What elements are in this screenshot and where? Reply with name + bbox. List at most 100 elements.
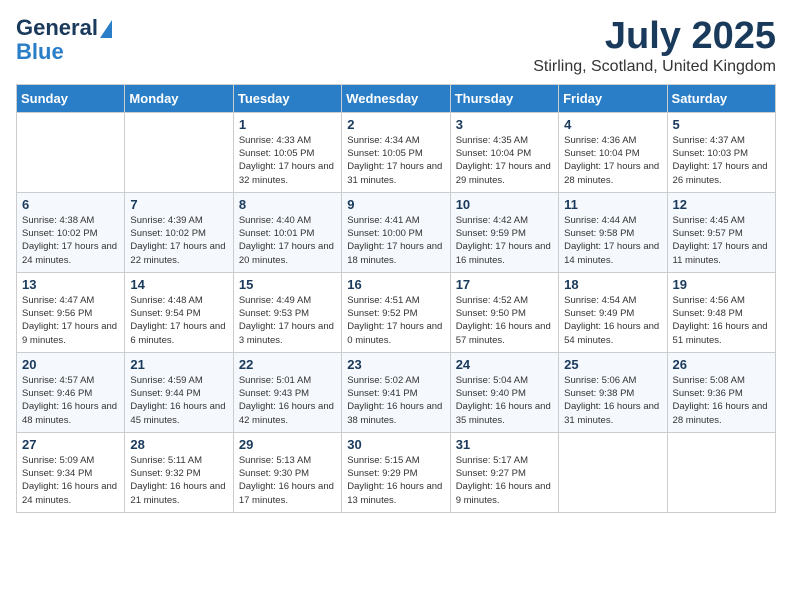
day-number: 7: [130, 197, 227, 212]
cell-info: Sunrise: 4:56 AM Sunset: 9:48 PM Dayligh…: [673, 294, 770, 347]
calendar-cell: 31Sunrise: 5:17 AM Sunset: 9:27 PM Dayli…: [450, 432, 558, 512]
cell-info: Sunrise: 4:52 AM Sunset: 9:50 PM Dayligh…: [456, 294, 553, 347]
day-header-thursday: Thursday: [450, 84, 558, 112]
calendar-cell: 14 Sunrise: 4:48 AM Sunset: 9:54 PM Dayli…: [125, 272, 233, 352]
day-number: 4: [564, 117, 661, 132]
cell-info: Sunrise: 4:54 AM Sunset: 9:49 PM Dayligh…: [564, 294, 661, 347]
cell-info: Sunrise: 5:15 AM Sunset: 9:29 PM Dayligh…: [347, 454, 444, 507]
calendar-cell: 18Sunrise: 4:54 AM Sunset: 9:49 PM Dayli…: [559, 272, 667, 352]
week-row-2: 6 Sunrise: 4:38 AM Sunset: 10:02 PM Dayli…: [17, 192, 776, 272]
cell-info: Sunrise: 4:34 AM Sunset: 10:05 PM Daylig…: [347, 134, 444, 187]
day-number: 19: [673, 277, 770, 292]
page-header: General Blue July 2025 Stirling, Scotlan…: [16, 16, 776, 76]
calendar-cell: 6 Sunrise: 4:38 AM Sunset: 10:02 PM Dayli…: [17, 192, 125, 272]
cell-info: Sunrise: 4:51 AM Sunset: 9:52 PM Dayligh…: [347, 294, 444, 347]
day-number: 3: [456, 117, 553, 132]
cell-info: Sunrise: 4:48 AM Sunset: 9:54 PM Dayligh…: [130, 294, 227, 347]
calendar-cell: [125, 112, 233, 192]
calendar-cell: 26 Sunrise: 5:08 AM Sunset: 9:36 PM Dayli…: [667, 352, 775, 432]
day-number: 22: [239, 357, 336, 372]
day-number: 30: [347, 437, 444, 452]
calendar-cell: 25Sunrise: 5:06 AM Sunset: 9:38 PM Dayli…: [559, 352, 667, 432]
cell-info: Sunrise: 4:49 AM Sunset: 9:53 PM Dayligh…: [239, 294, 336, 347]
cell-info: Sunrise: 4:38 AM Sunset: 10:02 PM Daylig…: [22, 214, 119, 267]
calendar-cell: 20 Sunrise: 4:57 AM Sunset: 9:46 PM Dayli…: [17, 352, 125, 432]
calendar-cell: 11 Sunrise: 4:44 AM Sunset: 9:58 PM Dayli…: [559, 192, 667, 272]
logo: General Blue: [16, 16, 112, 64]
day-number: 9: [347, 197, 444, 212]
calendar-cell: [559, 432, 667, 512]
cell-info: Sunrise: 4:35 AM Sunset: 10:04 PM Daylig…: [456, 134, 553, 187]
calendar-cell: 27 Sunrise: 5:09 AM Sunset: 9:34 PM Dayli…: [17, 432, 125, 512]
calendar-cell: 17 Sunrise: 4:52 AM Sunset: 9:50 PM Dayli…: [450, 272, 558, 352]
day-number: 24: [456, 357, 553, 372]
calendar-cell: [667, 432, 775, 512]
location: Stirling, Scotland, United Kingdom: [533, 58, 776, 76]
calendar-table: SundayMondayTuesdayWednesdayThursdayFrid…: [16, 84, 776, 513]
calendar-body: 1 Sunrise: 4:33 AM Sunset: 10:05 PM Dayli…: [17, 112, 776, 512]
cell-info: Sunrise: 4:57 AM Sunset: 9:46 PM Dayligh…: [22, 374, 119, 427]
calendar-cell: 3 Sunrise: 4:35 AM Sunset: 10:04 PM Dayli…: [450, 112, 558, 192]
day-number: 15: [239, 277, 336, 292]
week-row-5: 27 Sunrise: 5:09 AM Sunset: 9:34 PM Dayli…: [17, 432, 776, 512]
calendar-cell: 23 Sunrise: 5:02 AM Sunset: 9:41 PM Dayli…: [342, 352, 450, 432]
calendar-cell: [17, 112, 125, 192]
cell-info: Sunrise: 5:02 AM Sunset: 9:41 PM Dayligh…: [347, 374, 444, 427]
day-number: 1: [239, 117, 336, 132]
cell-info: Sunrise: 5:11 AM Sunset: 9:32 PM Dayligh…: [130, 454, 227, 507]
day-header-wednesday: Wednesday: [342, 84, 450, 112]
day-number: 17: [456, 277, 553, 292]
calendar-cell: 16 Sunrise: 4:51 AM Sunset: 9:52 PM Dayli…: [342, 272, 450, 352]
cell-info: Sunrise: 4:37 AM Sunset: 10:03 PM Daylig…: [673, 134, 770, 187]
day-number: 29: [239, 437, 336, 452]
calendar-cell: 7Sunrise: 4:39 AM Sunset: 10:02 PM Dayli…: [125, 192, 233, 272]
calendar-cell: 22Sunrise: 5:01 AM Sunset: 9:43 PM Dayli…: [233, 352, 341, 432]
day-number: 31: [456, 437, 553, 452]
cell-info: Sunrise: 4:42 AM Sunset: 9:59 PM Dayligh…: [456, 214, 553, 267]
calendar-cell: 19 Sunrise: 4:56 AM Sunset: 9:48 PM Dayli…: [667, 272, 775, 352]
calendar-cell: 30 Sunrise: 5:15 AM Sunset: 9:29 PM Dayli…: [342, 432, 450, 512]
week-row-3: 13Sunrise: 4:47 AM Sunset: 9:56 PM Dayli…: [17, 272, 776, 352]
cell-info: Sunrise: 5:04 AM Sunset: 9:40 PM Dayligh…: [456, 374, 553, 427]
calendar-cell: 13Sunrise: 4:47 AM Sunset: 9:56 PM Dayli…: [17, 272, 125, 352]
cell-info: Sunrise: 5:08 AM Sunset: 9:36 PM Dayligh…: [673, 374, 770, 427]
title-section: July 2025 Stirling, Scotland, United Kin…: [533, 16, 776, 76]
day-number: 14: [130, 277, 227, 292]
day-number: 26: [673, 357, 770, 372]
calendar-cell: 5Sunrise: 4:37 AM Sunset: 10:03 PM Dayli…: [667, 112, 775, 192]
calendar-cell: 12 Sunrise: 4:45 AM Sunset: 9:57 PM Dayli…: [667, 192, 775, 272]
cell-info: Sunrise: 4:40 AM Sunset: 10:01 PM Daylig…: [239, 214, 336, 267]
day-number: 23: [347, 357, 444, 372]
cell-info: Sunrise: 4:45 AM Sunset: 9:57 PM Dayligh…: [673, 214, 770, 267]
cell-info: Sunrise: 4:33 AM Sunset: 10:05 PM Daylig…: [239, 134, 336, 187]
logo-blue: Blue: [16, 39, 64, 64]
day-number: 6: [22, 197, 119, 212]
day-header-sunday: Sunday: [17, 84, 125, 112]
day-header-friday: Friday: [559, 84, 667, 112]
day-number: 21: [130, 357, 227, 372]
day-number: 8: [239, 197, 336, 212]
day-header-saturday: Saturday: [667, 84, 775, 112]
day-number: 13: [22, 277, 119, 292]
day-number: 16: [347, 277, 444, 292]
calendar-cell: 10 Sunrise: 4:42 AM Sunset: 9:59 PM Dayli…: [450, 192, 558, 272]
calendar-cell: 15 Sunrise: 4:49 AM Sunset: 9:53 PM Dayli…: [233, 272, 341, 352]
cell-info: Sunrise: 4:44 AM Sunset: 9:58 PM Dayligh…: [564, 214, 661, 267]
day-number: 28: [130, 437, 227, 452]
day-number: 11: [564, 197, 661, 212]
day-header-tuesday: Tuesday: [233, 84, 341, 112]
calendar-cell: 1 Sunrise: 4:33 AM Sunset: 10:05 PM Dayli…: [233, 112, 341, 192]
week-row-4: 20 Sunrise: 4:57 AM Sunset: 9:46 PM Dayli…: [17, 352, 776, 432]
day-number: 2: [347, 117, 444, 132]
cell-info: Sunrise: 5:09 AM Sunset: 9:34 PM Dayligh…: [22, 454, 119, 507]
day-number: 12: [673, 197, 770, 212]
cell-info: Sunrise: 4:36 AM Sunset: 10:04 PM Daylig…: [564, 134, 661, 187]
day-header-monday: Monday: [125, 84, 233, 112]
day-number: 20: [22, 357, 119, 372]
calendar-header-row: SundayMondayTuesdayWednesdayThursdayFrid…: [17, 84, 776, 112]
day-number: 27: [22, 437, 119, 452]
calendar-cell: 28 Sunrise: 5:11 AM Sunset: 9:32 PM Dayli…: [125, 432, 233, 512]
cell-info: Sunrise: 4:59 AM Sunset: 9:44 PM Dayligh…: [130, 374, 227, 427]
day-number: 10: [456, 197, 553, 212]
calendar-cell: 2 Sunrise: 4:34 AM Sunset: 10:05 PM Dayli…: [342, 112, 450, 192]
